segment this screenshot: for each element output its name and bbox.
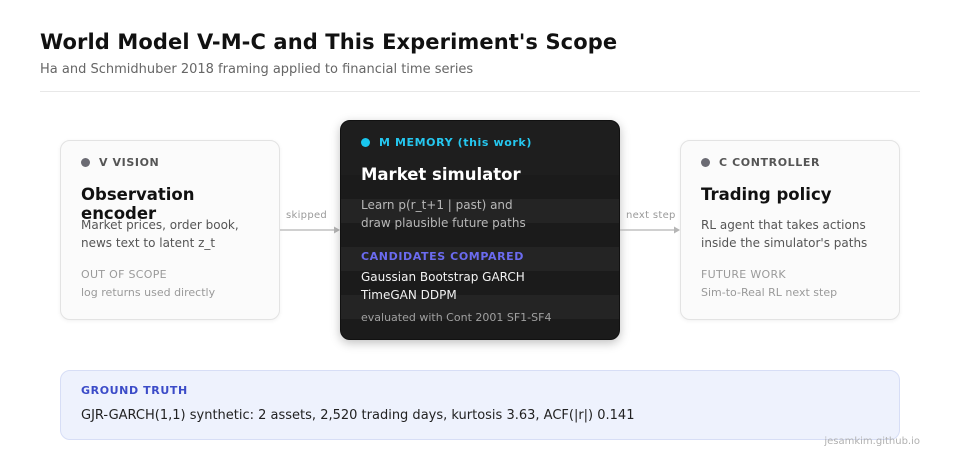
vision-scope-label: OUT OF SCOPE	[81, 268, 167, 281]
vision-scope-note: log returns used directly	[81, 286, 216, 299]
candidates-list: Gaussian Bootstrap GARCH TimeGAN DDPM	[361, 268, 525, 304]
page-title: World Model V-M-C and This Experiment's …	[40, 30, 618, 54]
controller-description: RL agent that takes actions inside the s…	[701, 216, 867, 252]
controller-future-label: FUTURE WORK	[701, 268, 786, 281]
candidates-line1: Gaussian Bootstrap GARCH	[361, 270, 525, 284]
ground-truth-label: GROUND TRUTH	[81, 384, 188, 397]
ground-truth-text: GJR-GARCH(1,1) synthetic: 2 assets, 2,52…	[81, 408, 635, 423]
ground-truth-panel: GROUND TRUTH GJR-GARCH(1,1) synthetic: 2…	[60, 370, 900, 440]
header-divider	[40, 91, 920, 92]
candidates-label: CANDIDATES COMPARED	[361, 250, 525, 263]
vision-description: Market prices, order book, news text to …	[81, 216, 239, 252]
controller-heading: Trading policy	[701, 185, 832, 204]
vision-dot-icon	[81, 158, 90, 167]
memory-desc-line1: Learn p(r_t+1 | past) and	[361, 198, 513, 212]
m-to-c-label: next step	[626, 210, 676, 221]
memory-dot-icon	[361, 138, 370, 147]
evaluation-note: evaluated with Cont 2001 SF1-SF4	[361, 311, 552, 324]
footer-credit: jesamkim.github.io	[824, 436, 920, 447]
controller-tag: C CONTROLLER	[701, 156, 820, 169]
vision-tag-label: V VISION	[99, 156, 160, 169]
controller-dot-icon	[701, 158, 710, 167]
memory-tag: M MEMORY (this work)	[361, 136, 532, 149]
vision-desc-line1: Market prices, order book,	[81, 218, 239, 232]
controller-desc-line2: inside the simulator's paths	[701, 236, 868, 250]
controller-card: C CONTROLLER Trading policy RL agent tha…	[680, 140, 900, 320]
m-to-c-arrow	[620, 226, 680, 234]
v-to-m-arrow	[280, 226, 340, 234]
controller-future-note: Sim-to-Real RL next step	[701, 286, 838, 299]
v-to-m-label: skipped	[286, 210, 328, 221]
memory-description: Learn p(r_t+1 | past) and draw plausible…	[361, 196, 526, 232]
candidates-line2: TimeGAN DDPM	[361, 288, 457, 302]
page-subtitle: Ha and Schmidhuber 2018 framing applied …	[40, 62, 474, 77]
vision-tag: V VISION	[81, 156, 159, 169]
controller-desc-line1: RL agent that takes actions	[701, 218, 866, 232]
vision-desc-line2: news text to latent z_t	[81, 236, 216, 250]
controller-tag-label: C CONTROLLER	[719, 156, 821, 169]
memory-tag-label: M MEMORY (this work)	[379, 136, 532, 149]
memory-card: M MEMORY (this work) Market simulator Le…	[340, 120, 620, 340]
vision-card: V VISION Observation encoder Market pric…	[60, 140, 280, 320]
memory-desc-line2: draw plausible future paths	[361, 216, 526, 230]
memory-heading: Market simulator	[361, 165, 521, 184]
